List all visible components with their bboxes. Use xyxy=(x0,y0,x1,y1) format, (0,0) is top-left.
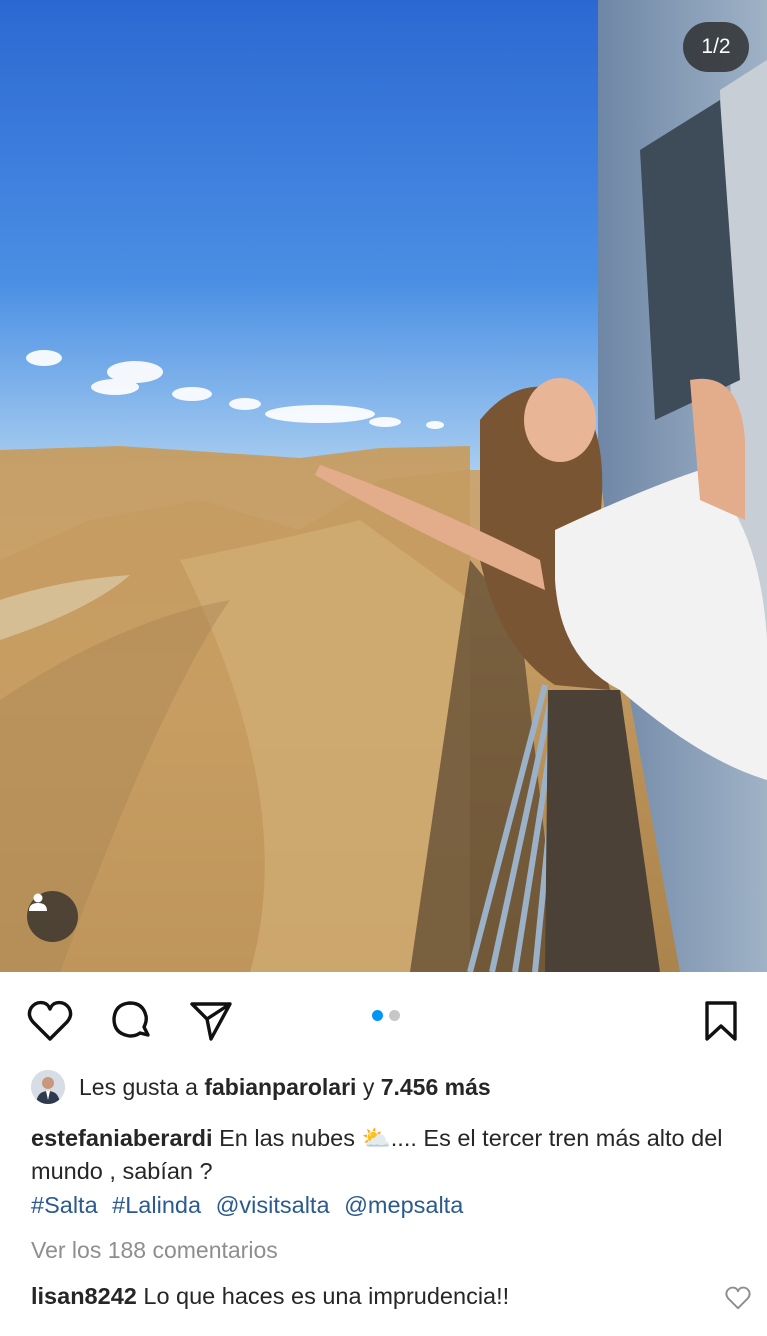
post-photo[interactable]: 1/2 xyxy=(0,0,767,972)
heart-icon xyxy=(27,1000,73,1041)
caption-hashtags: #Salta #Lalinda @visitsalta @mepsalta xyxy=(31,1189,471,1222)
comment-like-button[interactable] xyxy=(725,1286,751,1312)
likes-summary[interactable]: Les gusta a fabianparolari y 7.456 más xyxy=(31,1069,491,1105)
likes-user-link[interactable]: fabianparolari xyxy=(204,1074,356,1101)
save-button[interactable] xyxy=(698,998,744,1044)
hashtag-link[interactable]: #Lalinda xyxy=(112,1192,201,1218)
comment-username[interactable]: lisan8242 xyxy=(31,1283,137,1309)
tagged-users-button[interactable] xyxy=(27,891,78,942)
mention-link[interactable]: @visitsalta xyxy=(216,1192,330,1218)
hashtag-link[interactable]: #Salta xyxy=(31,1192,98,1218)
likes-connector: y xyxy=(362,1073,375,1100)
cloud-sun-icon: ⛅ xyxy=(361,1125,391,1151)
avatar xyxy=(31,1070,65,1104)
carousel-dot-active xyxy=(372,1010,383,1021)
carousel-indicator xyxy=(372,1010,400,1021)
share-icon xyxy=(190,1002,232,1041)
caption-username[interactable]: estefaniaberardi xyxy=(31,1125,213,1151)
comment-text: Lo que haces es una imprudencia!! xyxy=(143,1283,510,1309)
caption-text-start: En las nubes xyxy=(219,1125,355,1151)
likes-count[interactable]: 7.456 más xyxy=(381,1074,491,1101)
mention-link[interactable]: @mepsalta xyxy=(344,1192,463,1218)
comment-item: lisan8242 Lo que haces es una imprudenci… xyxy=(31,1283,509,1310)
comment-button[interactable] xyxy=(108,998,154,1044)
bookmark-icon xyxy=(705,1001,737,1041)
share-button[interactable] xyxy=(188,998,234,1044)
view-all-comments-link[interactable]: Ver los 188 comentarios xyxy=(31,1237,278,1264)
heart-icon xyxy=(725,1286,751,1310)
user-tag-icon xyxy=(29,893,47,911)
image-counter-badge: 1/2 xyxy=(683,22,749,72)
likes-prefix: Les gusta a xyxy=(79,1073,198,1100)
post-photo-scene xyxy=(0,0,767,972)
carousel-dot xyxy=(389,1010,400,1021)
comment-icon xyxy=(112,1001,150,1038)
like-button[interactable] xyxy=(27,998,73,1044)
post-caption: estefaniaberardi En las nubes ⛅.... Es e… xyxy=(31,1122,731,1188)
